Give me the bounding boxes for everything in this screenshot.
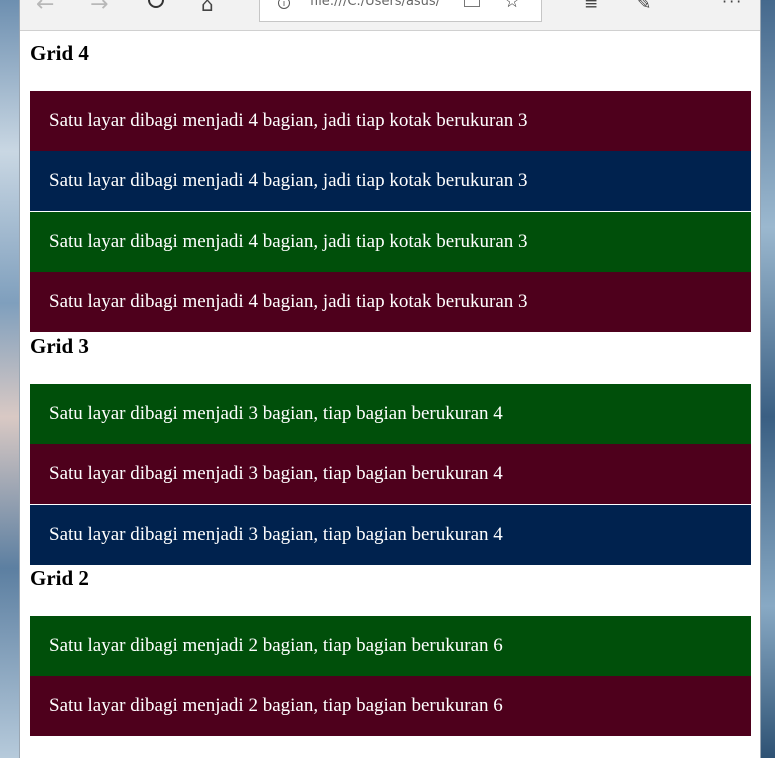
browser-toolbar: ← → ⌂ i file:///C:/Users/asus/ ☆ ≡ ✎ ···	[20, 0, 760, 31]
grid-4-row: Satu layar dibagi menjadi 4 bagian, jadi…	[30, 91, 751, 151]
section-title-grid-3: Grid 3	[30, 334, 89, 358]
desktop-wallpaper-right	[761, 0, 775, 758]
browser-window: ← → ⌂ i file:///C:/Users/asus/ ☆ ≡ ✎ ···…	[19, 0, 761, 758]
favorite-star-icon[interactable]: ☆	[504, 0, 520, 12]
web-note-icon[interactable]: ✎	[637, 0, 651, 12]
grid-4-row: Satu layar dibagi menjadi 4 bagian, jadi…	[30, 212, 751, 272]
section-title-grid-4: Grid 4	[30, 41, 89, 65]
grid-2-row: Satu layar dibagi menjadi 2 bagian, tiap…	[30, 616, 751, 676]
address-text[interactable]: file:///C:/Users/asus/	[310, 0, 440, 9]
forward-arrow-icon[interactable]: →	[90, 0, 108, 14]
reading-view-icon[interactable]	[464, 0, 480, 7]
grid-3-row: Satu layar dibagi menjadi 3 bagian, tiap…	[30, 444, 751, 504]
home-icon[interactable]: ⌂	[201, 0, 214, 12]
grid-4-row: Satu layar dibagi menjadi 4 bagian, jadi…	[30, 272, 751, 332]
section-title-grid-2: Grid 2	[30, 566, 89, 590]
more-icon[interactable]: ···	[722, 0, 743, 10]
info-icon[interactable]: i	[278, 0, 290, 9]
hub-icon[interactable]: ≡	[584, 0, 598, 12]
refresh-icon[interactable]	[148, 0, 164, 8]
back-arrow-icon[interactable]: ←	[36, 0, 54, 14]
grid-3-row: Satu layar dibagi menjadi 3 bagian, tiap…	[30, 505, 751, 565]
desktop-wallpaper-left	[0, 0, 19, 758]
grid-2-row: Satu layar dibagi menjadi 2 bagian, tiap…	[30, 676, 751, 736]
address-bar[interactable]: i file:///C:/Users/asus/ ☆	[259, 0, 542, 22]
grid-3-row: Satu layar dibagi menjadi 3 bagian, tiap…	[30, 384, 751, 444]
grid-4-row: Satu layar dibagi menjadi 4 bagian, jadi…	[30, 151, 751, 211]
